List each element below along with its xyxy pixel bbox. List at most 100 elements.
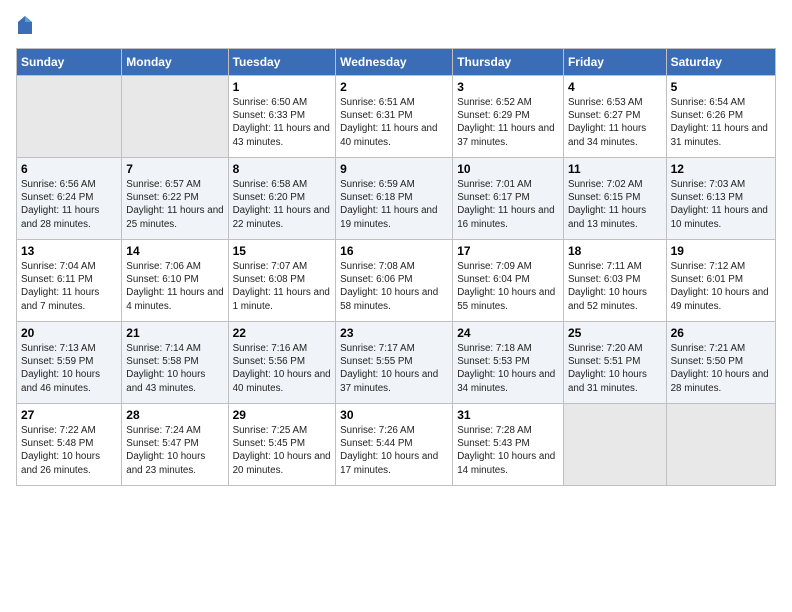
- day-number: 5: [671, 80, 771, 94]
- calendar-cell: 14 Sunrise: 7:06 AMSunset: 6:10 PMDayligh…: [122, 240, 228, 322]
- page-header: [16, 16, 776, 38]
- calendar-cell: 20Sunrise: 7:13 AMSunset: 5:59 PMDayligh…: [17, 322, 122, 404]
- calendar-cell: 31 Sunrise: 7:28 AMSunset: 5:43 PMDayligh…: [453, 404, 564, 486]
- calendar-cell: 23 Sunrise: 7:17 AMSunset: 5:55 PMDayligh…: [336, 322, 453, 404]
- calendar-cell: [563, 404, 666, 486]
- logo: [16, 16, 36, 38]
- header-row: SundayMondayTuesdayWednesdayThursdayFrid…: [17, 49, 776, 76]
- day-info: Sunrise: 7:13 AMSunset: 5:59 PMDaylight:…: [21, 342, 117, 395]
- day-info: Sunrise: 7:20 AMSunset: 5:51 PMDaylight:…: [568, 342, 662, 395]
- calendar-cell: 10 Sunrise: 7:01 AMSunset: 6:17 PMDayligh…: [453, 158, 564, 240]
- day-info: Sunrise: 7:25 AMSunset: 5:45 PMDaylight:…: [233, 424, 332, 477]
- day-info: Sunrise: 7:28 AMSunset: 5:43 PMDaylight:…: [457, 424, 559, 477]
- day-info: Sunrise: 7:24 AMSunset: 5:47 PMDaylight:…: [126, 424, 223, 477]
- calendar-cell: 18 Sunrise: 7:11 AMSunset: 6:03 PMDayligh…: [563, 240, 666, 322]
- calendar-cell: 28 Sunrise: 7:24 AMSunset: 5:47 PMDayligh…: [122, 404, 228, 486]
- day-header-thursday: Thursday: [453, 49, 564, 76]
- calendar-cell: 4 Sunrise: 6:53 AMSunset: 6:27 PMDaylight…: [563, 76, 666, 158]
- day-header-sunday: Sunday: [17, 49, 122, 76]
- day-info: Sunrise: 6:59 AMSunset: 6:18 PMDaylight:…: [340, 178, 448, 231]
- day-info: Sunrise: 7:22 AMSunset: 5:48 PMDaylight:…: [21, 424, 117, 477]
- day-number: 6: [21, 162, 117, 176]
- day-header-monday: Monday: [122, 49, 228, 76]
- day-info: Sunrise: 6:58 AMSunset: 6:20 PMDaylight:…: [233, 178, 332, 231]
- day-info: Sunrise: 7:21 AMSunset: 5:50 PMDaylight:…: [671, 342, 771, 395]
- day-info: Sunrise: 7:06 AMSunset: 6:10 PMDaylight:…: [126, 260, 223, 313]
- week-row-5: 27 Sunrise: 7:22 AMSunset: 5:48 PMDayligh…: [17, 404, 776, 486]
- calendar-cell: [122, 76, 228, 158]
- calendar-cell: 2 Sunrise: 6:51 AMSunset: 6:31 PMDaylight…: [336, 76, 453, 158]
- day-header-saturday: Saturday: [666, 49, 775, 76]
- day-number: 8: [233, 162, 332, 176]
- calendar-cell: 5Sunrise: 6:54 AMSunset: 6:26 PMDaylight…: [666, 76, 775, 158]
- calendar-cell: 9 Sunrise: 6:59 AMSunset: 6:18 PMDaylight…: [336, 158, 453, 240]
- day-number: 16: [340, 244, 448, 258]
- day-number: 15: [233, 244, 332, 258]
- calendar-table: SundayMondayTuesdayWednesdayThursdayFrid…: [16, 48, 776, 486]
- day-info: Sunrise: 6:57 AMSunset: 6:22 PMDaylight:…: [126, 178, 223, 231]
- day-info: Sunrise: 7:14 AMSunset: 5:58 PMDaylight:…: [126, 342, 223, 395]
- day-header-friday: Friday: [563, 49, 666, 76]
- day-info: Sunrise: 7:08 AMSunset: 6:06 PMDaylight:…: [340, 260, 448, 313]
- calendar-cell: 17 Sunrise: 7:09 AMSunset: 6:04 PMDayligh…: [453, 240, 564, 322]
- day-number: 10: [457, 162, 559, 176]
- calendar-cell: 12 Sunrise: 7:03 AMSunset: 6:13 PMDayligh…: [666, 158, 775, 240]
- calendar-cell: 13 Sunrise: 7:04 AMSunset: 6:11 PMDayligh…: [17, 240, 122, 322]
- day-number: 1: [233, 80, 332, 94]
- day-number: 27: [21, 408, 117, 422]
- calendar-cell: 19Sunrise: 7:12 AMSunset: 6:01 PMDayligh…: [666, 240, 775, 322]
- calendar-cell: 11 Sunrise: 7:02 AMSunset: 6:15 PMDayligh…: [563, 158, 666, 240]
- day-number: 13: [21, 244, 117, 258]
- day-info: Sunrise: 7:26 AMSunset: 5:44 PMDaylight:…: [340, 424, 448, 477]
- day-number: 26: [671, 326, 771, 340]
- day-number: 12: [671, 162, 771, 176]
- day-number: 7: [126, 162, 223, 176]
- day-number: 19: [671, 244, 771, 258]
- calendar-cell: 26 Sunrise: 7:21 AMSunset: 5:50 PMDayligh…: [666, 322, 775, 404]
- week-row-1: 1 Sunrise: 6:50 AMSunset: 6:33 PMDaylight…: [17, 76, 776, 158]
- day-info: Sunrise: 7:09 AMSunset: 6:04 PMDaylight:…: [457, 260, 559, 313]
- calendar-cell: 22 Sunrise: 7:16 AMSunset: 5:56 PMDayligh…: [228, 322, 336, 404]
- day-info: Sunrise: 7:17 AMSunset: 5:55 PMDaylight:…: [340, 342, 448, 395]
- day-info: Sunrise: 7:03 AMSunset: 6:13 PMDaylight:…: [671, 178, 771, 231]
- day-number: 18: [568, 244, 662, 258]
- day-number: 9: [340, 162, 448, 176]
- day-number: 22: [233, 326, 332, 340]
- day-number: 28: [126, 408, 223, 422]
- day-number: 21: [126, 326, 223, 340]
- day-number: 4: [568, 80, 662, 94]
- day-info: Sunrise: 7:11 AMSunset: 6:03 PMDaylight:…: [568, 260, 662, 313]
- day-info: Sunrise: 7:01 AMSunset: 6:17 PMDaylight:…: [457, 178, 559, 231]
- calendar-cell: 1 Sunrise: 6:50 AMSunset: 6:33 PMDaylight…: [228, 76, 336, 158]
- day-header-wednesday: Wednesday: [336, 49, 453, 76]
- day-info: Sunrise: 7:16 AMSunset: 5:56 PMDaylight:…: [233, 342, 332, 395]
- logo-icon: [16, 14, 34, 36]
- calendar-cell: 8 Sunrise: 6:58 AMSunset: 6:20 PMDaylight…: [228, 158, 336, 240]
- day-number: 29: [233, 408, 332, 422]
- calendar-cell: 7 Sunrise: 6:57 AMSunset: 6:22 PMDaylight…: [122, 158, 228, 240]
- day-number: 14: [126, 244, 223, 258]
- calendar-cell: 6Sunrise: 6:56 AMSunset: 6:24 PMDaylight…: [17, 158, 122, 240]
- day-number: 23: [340, 326, 448, 340]
- day-number: 31: [457, 408, 559, 422]
- day-info: Sunrise: 6:51 AMSunset: 6:31 PMDaylight:…: [340, 96, 448, 149]
- day-number: 30: [340, 408, 448, 422]
- day-header-tuesday: Tuesday: [228, 49, 336, 76]
- day-number: 25: [568, 326, 662, 340]
- day-info: Sunrise: 6:53 AMSunset: 6:27 PMDaylight:…: [568, 96, 662, 149]
- day-number: 3: [457, 80, 559, 94]
- day-number: 2: [340, 80, 448, 94]
- week-row-2: 6Sunrise: 6:56 AMSunset: 6:24 PMDaylight…: [17, 158, 776, 240]
- day-info: Sunrise: 6:50 AMSunset: 6:33 PMDaylight:…: [233, 96, 332, 149]
- calendar-cell: 3 Sunrise: 6:52 AMSunset: 6:29 PMDaylight…: [453, 76, 564, 158]
- day-number: 11: [568, 162, 662, 176]
- calendar-cell: 25 Sunrise: 7:20 AMSunset: 5:51 PMDayligh…: [563, 322, 666, 404]
- day-info: Sunrise: 7:02 AMSunset: 6:15 PMDaylight:…: [568, 178, 662, 231]
- calendar-cell: 16 Sunrise: 7:08 AMSunset: 6:06 PMDayligh…: [336, 240, 453, 322]
- calendar-cell: 29 Sunrise: 7:25 AMSunset: 5:45 PMDayligh…: [228, 404, 336, 486]
- calendar-cell: 30 Sunrise: 7:26 AMSunset: 5:44 PMDayligh…: [336, 404, 453, 486]
- day-info: Sunrise: 6:52 AMSunset: 6:29 PMDaylight:…: [457, 96, 559, 149]
- day-info: Sunrise: 7:04 AMSunset: 6:11 PMDaylight:…: [21, 260, 117, 313]
- calendar-cell: 21 Sunrise: 7:14 AMSunset: 5:58 PMDayligh…: [122, 322, 228, 404]
- day-number: 17: [457, 244, 559, 258]
